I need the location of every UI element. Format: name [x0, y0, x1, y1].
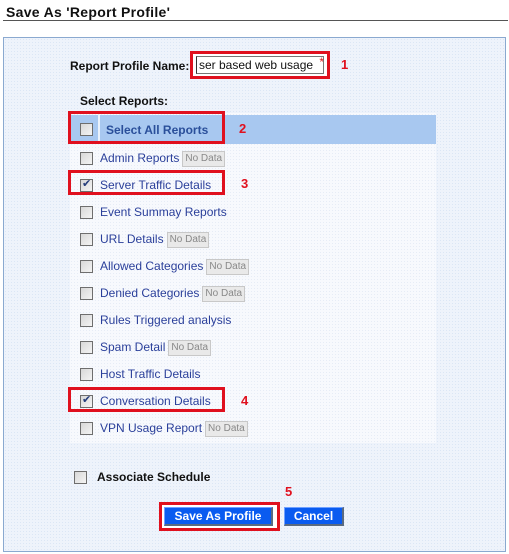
report-label-text[interactable]: Host Traffic Details [100, 367, 200, 381]
report-label[interactable]: Host Traffic Details [100, 367, 200, 381]
report-label-text[interactable]: Denied Categories [100, 286, 199, 300]
no-data-badge: No Data [205, 421, 248, 437]
server-traffic-highlight [68, 170, 225, 195]
annotation-4: 4 [241, 393, 249, 408]
no-data-badge: No Data [168, 340, 212, 356]
cancel-button[interactable]: Cancel [284, 507, 344, 526]
associate-schedule-label[interactable]: Associate Schedule [97, 470, 210, 484]
annotation-3: 3 [241, 176, 249, 191]
report-label-text[interactable]: Event Summay Reports [100, 205, 227, 219]
select-reports-label: Select Reports: [80, 94, 169, 108]
report-label[interactable]: Rules Triggered analysis [100, 313, 231, 327]
report-label-text[interactable]: VPN Usage Report [100, 421, 202, 435]
report-checkbox[interactable] [80, 287, 93, 300]
profile-name-input[interactable] [196, 56, 324, 74]
report-label-text[interactable]: Spam Detail [100, 340, 165, 354]
report-label[interactable]: VPN Usage Report No Data [100, 421, 248, 437]
report-item[interactable]: Rules Triggered analysis [70, 312, 430, 330]
select-all-highlight [68, 111, 225, 144]
report-item[interactable]: URL Details No Data [70, 231, 430, 249]
report-label[interactable]: Event Summay Reports [100, 205, 227, 219]
save-as-profile-button[interactable]: Save As Profile [164, 507, 273, 526]
report-label[interactable]: Admin Reports No Data [100, 151, 226, 167]
report-checkbox[interactable] [80, 341, 93, 354]
annotation-2: 2 [239, 121, 247, 136]
report-item[interactable]: Allowed Categories No Data [70, 258, 430, 276]
no-data-badge: No Data [182, 151, 226, 167]
title-divider [3, 20, 508, 21]
report-checkbox[interactable] [80, 314, 93, 327]
report-label[interactable]: Denied Categories No Data [100, 286, 246, 302]
report-item[interactable]: Admin Reports No Data [70, 150, 430, 168]
annotation-1: 1 [341, 57, 349, 72]
report-item[interactable]: Denied Categories No Data [70, 285, 430, 303]
no-data-badge: No Data [166, 232, 210, 248]
reports-list: Select All Reports 2 Admin Reports No Dat… [68, 111, 436, 443]
report-checkbox[interactable] [80, 260, 93, 273]
report-label[interactable]: Allowed Categories No Data [100, 259, 250, 275]
report-label-text[interactable]: Allowed Categories [100, 259, 203, 273]
profile-name-label: Report Profile Name: [70, 59, 190, 73]
profile-name-highlight: * [190, 51, 330, 79]
report-label-text[interactable]: Rules Triggered analysis [100, 313, 231, 327]
report-checkbox[interactable] [80, 422, 93, 435]
report-item[interactable]: Host Traffic Details [70, 366, 430, 384]
report-item[interactable]: Spam Detail No Data [70, 339, 430, 357]
report-label-text[interactable]: URL Details [100, 232, 164, 246]
report-item[interactable]: Event Summay Reports [70, 204, 430, 222]
no-data-badge: No Data [202, 286, 246, 302]
report-item[interactable]: VPN Usage Report No Data [70, 420, 430, 438]
page-title: Save As 'Report Profile' [6, 4, 171, 20]
required-mark: * [319, 55, 324, 69]
annotation-5: 5 [285, 484, 293, 499]
report-checkbox[interactable] [80, 152, 93, 165]
report-checkbox[interactable] [80, 206, 93, 219]
report-label-text[interactable]: Admin Reports [100, 151, 179, 165]
report-checkbox[interactable] [80, 368, 93, 381]
report-label[interactable]: Spam Detail No Data [100, 340, 212, 356]
no-data-badge: No Data [206, 259, 250, 275]
associate-schedule-checkbox[interactable] [74, 471, 87, 484]
conversation-highlight [68, 387, 225, 412]
report-label[interactable]: URL Details No Data [100, 232, 210, 248]
report-checkbox[interactable] [80, 233, 93, 246]
